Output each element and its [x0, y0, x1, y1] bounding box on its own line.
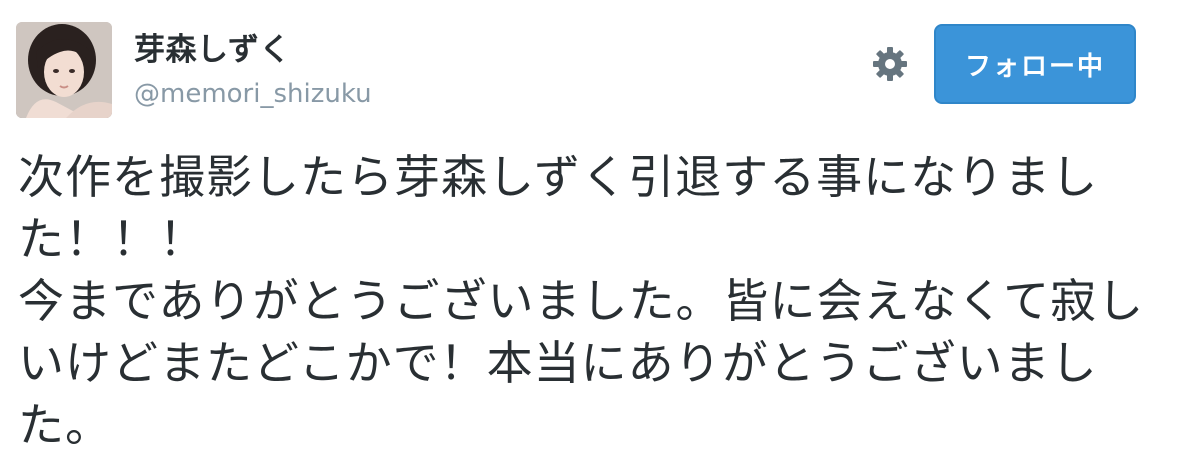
- following-button[interactable]: フォロー中: [934, 24, 1136, 104]
- tweet-card: 芽森しずく @memori_shizuku フォロー中 次作を撮影したら芽森しず…: [0, 0, 1178, 472]
- display-name[interactable]: 芽森しずく: [134, 31, 291, 69]
- gear-icon[interactable]: [870, 44, 910, 84]
- tweet-text: 次作を撮影したら芽森しずく引退する事になりました！！！ 今までありがとうございま…: [18, 150, 1145, 452]
- avatar-photo-icon: [16, 22, 112, 118]
- user-avatar[interactable]: [16, 22, 112, 118]
- screen-name[interactable]: @memori_shizuku: [134, 78, 372, 110]
